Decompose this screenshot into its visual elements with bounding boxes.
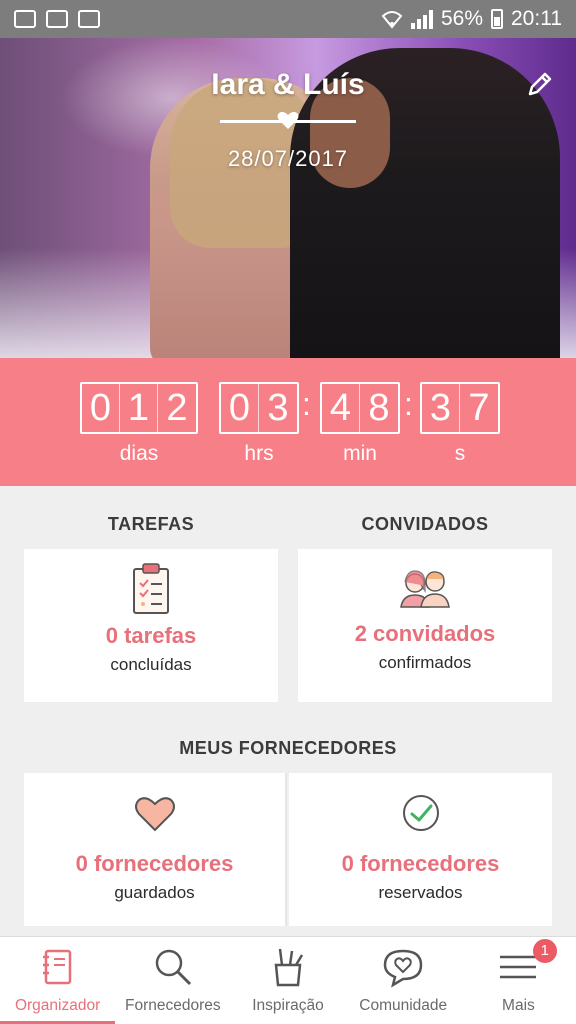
tasks-count: 0 tarefas <box>105 623 197 648</box>
bottom-navigation: Organizador Fornecedores Inspiração Comu… <box>0 936 576 1024</box>
seconds-digit: 7 <box>468 387 490 429</box>
seconds-label: s <box>454 442 466 465</box>
chat-heart-icon <box>383 949 423 988</box>
countdown-hours: 0 3 hrs <box>219 382 299 466</box>
colon-separator: : <box>404 386 413 422</box>
countdown-seconds: 3 7 s <box>420 382 500 466</box>
nav-label: Inspiração <box>252 997 324 1014</box>
nav-label: Comunidade <box>359 997 448 1014</box>
couple-photo: Iara & Luís 28/07/2017 <box>0 38 576 358</box>
countdown-days: 0 1 2 dias <box>80 382 198 466</box>
days-label: dias <box>119 442 159 465</box>
nav-comunidade[interactable]: Comunidade <box>346 937 461 1024</box>
pencil-cup-icon <box>274 948 304 987</box>
voicemail-notification-icon <box>78 10 100 28</box>
edit-icon[interactable] <box>524 68 556 100</box>
booked-vendors-label: reservados <box>378 883 463 902</box>
nav-label: Mais <box>502 997 535 1014</box>
saved-vendors-card[interactable]: 0 fornecedores guardados <box>24 773 287 926</box>
booked-vendors-count: 0 fornecedores <box>341 851 500 876</box>
battery-icon <box>491 9 503 29</box>
check-circle-icon <box>402 795 439 831</box>
search-icon <box>155 949 191 986</box>
guests-card[interactable]: 2 convidados confirmados <box>298 549 552 702</box>
tasks-card[interactable]: 0 tarefas concluídas <box>24 549 278 702</box>
minutes-label: min <box>343 442 377 465</box>
nav-mais[interactable]: 1 Mais <box>461 937 576 1024</box>
guests-count: 2 convidados <box>354 621 496 646</box>
nav-label: Fornecedores <box>124 997 221 1014</box>
hours-digit: 3 <box>267 387 289 429</box>
hours-digit: 0 <box>221 384 259 432</box>
hours-label: hrs <box>244 442 274 465</box>
couple-names: Iara & Luís <box>211 68 365 101</box>
saved-vendors-count: 0 fornecedores <box>75 851 234 876</box>
days-digit: 2 <box>166 387 188 429</box>
tasks-section-title: TAREFAS <box>107 514 195 534</box>
heart-icon <box>134 797 175 832</box>
nav-organizador[interactable]: Organizador <box>0 937 116 1024</box>
alarm-notification-icon <box>46 10 68 28</box>
wifi-icon <box>381 11 403 29</box>
booked-vendors-card[interactable]: 0 fornecedores reservados <box>289 773 552 926</box>
minutes-digit: 4 <box>322 384 360 432</box>
signal-icon <box>410 9 433 29</box>
guests-status: confirmados <box>378 653 472 672</box>
nav-label: Organizador <box>14 997 101 1014</box>
colon-separator: : <box>302 386 311 422</box>
wedding-countdown: 0 1 2 dias 0 3 hrs : 4 8 min : 3 7 s <box>0 358 576 486</box>
nav-inspiracao[interactable]: Inspiração <box>230 937 345 1024</box>
days-digit: 0 <box>82 384 120 432</box>
heart-icon <box>277 111 299 129</box>
minutes-digit: 8 <box>368 387 390 429</box>
notification-icons <box>14 10 100 28</box>
countdown-minutes: 4 8 min <box>320 382 400 466</box>
guests-section-title: CONVIDADOS <box>361 514 489 534</box>
notebook-icon <box>42 949 71 985</box>
wedding-date: 28/07/2017 <box>227 146 349 171</box>
vendors-section-title: MEUS FORNECEDORES <box>179 738 397 758</box>
nav-fornecedores[interactable]: Fornecedores <box>115 937 230 1024</box>
guests-couple-icon <box>400 570 450 608</box>
clipboard-checklist-icon <box>133 563 169 614</box>
status-bar: 56% 20:11 <box>0 0 576 38</box>
image-notification-icon <box>14 10 36 28</box>
seconds-digit: 3 <box>422 384 460 432</box>
tasks-status: concluídas <box>110 655 192 674</box>
days-digit: 1 <box>120 384 158 432</box>
notification-badge: 1 <box>532 939 557 963</box>
clock: 20:11 <box>511 7 562 30</box>
saved-vendors-label: guardados <box>114 883 195 902</box>
battery-percent: 56% <box>440 7 483 30</box>
